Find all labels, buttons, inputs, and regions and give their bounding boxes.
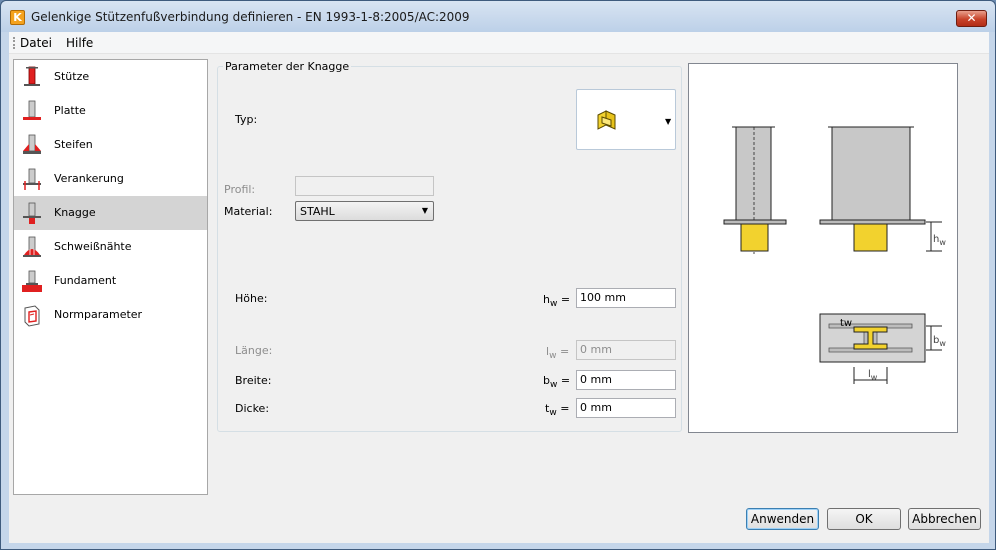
nav-label: Stütze [54, 70, 90, 83]
shear-key-icon [23, 202, 41, 224]
bw-dimension-label: bw [933, 335, 946, 348]
typ-label: Typ: [235, 113, 258, 126]
hoehe-symbol: hw = [543, 293, 571, 310]
laenge-symbol: lw = [546, 345, 570, 362]
shear-key-side [740, 223, 769, 252]
base-plate-side [723, 219, 787, 225]
title-bar[interactable]: K Gelenkige Stützenfußverbindung definie… [1, 1, 995, 32]
profil-label: Profil: [224, 183, 256, 196]
parameter-group-title: Parameter der Knagge [223, 60, 352, 73]
nav-item-stuetze[interactable]: Stütze [14, 60, 207, 94]
cancel-button[interactable]: Abbrechen [908, 508, 981, 530]
tw-dimension-label: tw [840, 318, 852, 329]
nav-item-knagge[interactable]: Knagge [14, 196, 207, 230]
chevron-down-icon: ▼ [421, 206, 428, 215]
nav-item-steifen[interactable]: Steifen [14, 128, 207, 162]
dicke-input[interactable]: 0 mm [576, 398, 676, 418]
plate-icon [23, 100, 41, 120]
menu-bar: Datei Hilfe [9, 32, 989, 54]
menu-datei[interactable]: Datei [20, 36, 52, 50]
shear-key-type-icon [597, 110, 616, 130]
stiffener-icon [23, 134, 41, 154]
typ-dropdown[interactable]: ▼ [576, 89, 676, 150]
nav-item-normparameter[interactable]: Normparameter [14, 298, 207, 332]
preview-panel: hw tw bw lw [688, 63, 958, 433]
base-plate-front [819, 219, 926, 225]
menu-hilfe[interactable]: Hilfe [66, 36, 93, 50]
material-label: Material: [224, 205, 273, 218]
nav-item-schweissnaehte[interactable]: Schweißnähte [14, 230, 207, 264]
nav-label: Fundament [54, 274, 117, 287]
nav-label: Platte [54, 104, 86, 117]
hw-dimension-label: hw [933, 234, 946, 247]
shear-key-diagram: hw tw bw lw [723, 126, 946, 384]
breite-label: Breite: [235, 374, 272, 387]
shear-key-front [853, 223, 888, 252]
breite-input[interactable]: 0 mm [576, 370, 676, 390]
nav-item-verankerung[interactable]: Verankerung [14, 162, 207, 196]
nav-label: Normparameter [54, 308, 143, 321]
weld-icon [23, 236, 41, 257]
anchor-icon [23, 168, 41, 190]
close-button[interactable]: ✕ [956, 10, 987, 27]
breite-symbol: bw = [543, 374, 571, 391]
client-area: Datei Hilfe Stütze Platte Steifen Verank… [9, 32, 989, 543]
category-list: Stütze Platte Steifen Verankerung Knagge… [13, 59, 208, 495]
column-icon [24, 66, 40, 86]
ok-button[interactable]: OK [827, 508, 901, 530]
nav-label: Steifen [54, 138, 93, 151]
dicke-symbol: tw = [545, 402, 570, 419]
dialog-window: K Gelenkige Stützenfußverbindung definie… [0, 0, 996, 550]
code-parameters-icon [24, 305, 40, 327]
nav-label: Verankerung [54, 172, 124, 185]
material-select[interactable]: STAHL ▼ [295, 201, 434, 221]
nav-item-fundament[interactable]: Fundament [14, 264, 207, 298]
dicke-label: Dicke: [235, 402, 270, 415]
foundation-icon [22, 270, 42, 292]
hoehe-input[interactable]: 100 mm [576, 288, 676, 308]
laenge-input: 0 mm [576, 340, 676, 360]
nav-label: Knagge [54, 206, 96, 219]
material-value: STAHL [300, 205, 335, 218]
menu-grip-icon [13, 37, 15, 49]
app-logo-icon: K [10, 10, 25, 25]
nav-label: Schweißnähte [54, 240, 132, 253]
apply-button[interactable]: Anwenden [746, 508, 819, 530]
column-front-view [831, 126, 911, 221]
nav-item-platte[interactable]: Platte [14, 94, 207, 128]
laenge-label: Länge: [235, 344, 273, 357]
chevron-down-icon: ▼ [665, 117, 672, 126]
hoehe-label: Höhe: [235, 292, 268, 305]
window-title: Gelenkige Stützenfußverbindung definiere… [31, 10, 470, 24]
profil-field [295, 176, 434, 196]
